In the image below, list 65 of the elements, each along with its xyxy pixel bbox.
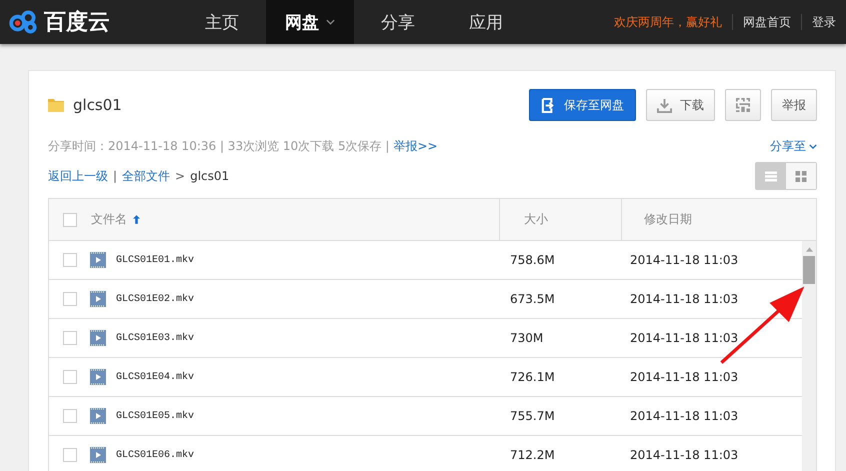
back-link[interactable]: 返回上一级 [48, 168, 108, 184]
header-link[interactable]: 网盘首页 [733, 14, 801, 30]
qr-code-icon [736, 98, 750, 112]
row-checkbox[interactable] [63, 448, 77, 462]
qr-code-button[interactable] [725, 89, 761, 121]
save-icon [541, 98, 556, 112]
nav-tab[interactable]: 分享 [354, 0, 442, 44]
list-view-button[interactable] [756, 163, 786, 189]
file-size: 673.5M [510, 292, 555, 306]
file-name[interactable]: GLCS01E06.mkv [116, 450, 194, 460]
nav-tab[interactable]: 应用 [442, 0, 530, 44]
scrollbar-thumb[interactable] [803, 256, 815, 284]
breadcrumb-arrow: > [175, 169, 186, 183]
file-name[interactable]: GLCS01E02.mkv [116, 294, 194, 304]
save-button[interactable]: 保存至网盘 [529, 89, 636, 121]
video-file-icon [90, 330, 106, 346]
row-checkbox[interactable] [63, 409, 77, 423]
all-files-link[interactable]: 全部文件 [122, 168, 170, 184]
video-file-icon [90, 291, 106, 307]
modified-date: 2014-11-18 11:03 [630, 448, 738, 462]
modified-date: 2014-11-18 11:03 [630, 292, 738, 306]
select-all-checkbox[interactable] [63, 212, 77, 226]
breadcrumb-separator: | [113, 169, 118, 183]
promo-link[interactable]: 欢庆两周年，赢好礼 [614, 14, 732, 30]
download-button[interactable]: 下载 [646, 89, 715, 121]
folder-icon [48, 98, 64, 112]
share-to-link[interactable]: 分享至 [770, 138, 817, 154]
row-checkbox[interactable] [63, 253, 77, 267]
file-name[interactable]: GLCS01E04.mkv [116, 372, 194, 382]
video-file-icon [90, 447, 106, 463]
file-name[interactable]: GLCS01E05.mkv [116, 410, 194, 422]
video-file-icon [90, 369, 106, 385]
header-link[interactable]: 登录 [802, 14, 846, 30]
logo-text: 百度云 [44, 8, 110, 37]
grid-icon [795, 170, 807, 182]
file-size: 726.1M [510, 370, 555, 384]
row-checkbox[interactable] [63, 331, 77, 345]
row-checkbox[interactable] [63, 370, 77, 384]
download-icon [657, 98, 672, 112]
modified-date: 2014-11-18 11:03 [630, 331, 738, 345]
scrollbar[interactable] [802, 241, 816, 471]
file-size: 758.6M [510, 253, 555, 267]
caret-icon [809, 144, 817, 148]
report-link[interactable]: 举报>> [393, 138, 438, 154]
modified-date: 2014-11-18 11:03 [630, 253, 738, 267]
breadcrumb-current: glcs01 [190, 169, 230, 183]
nav-tab[interactable]: 主页 [178, 0, 266, 44]
file-name[interactable]: GLCS01E01.mkv [116, 254, 194, 266]
report-button[interactable]: 举报 [771, 89, 817, 121]
list-icon [765, 170, 777, 182]
nav-tab[interactable]: 网盘 [266, 0, 354, 44]
file-name[interactable]: GLCS01E03.mkv [116, 332, 194, 344]
video-file-icon [90, 408, 106, 424]
file-size: 755.7M [510, 409, 555, 423]
share-info: 分享时间：2014-11-18 10:36 | 33次浏览 10次下载 5次保存 | [48, 138, 390, 154]
file-size: 712.2M [510, 448, 555, 462]
grid-view-button[interactable] [786, 163, 816, 189]
row-checkbox[interactable] [63, 292, 77, 306]
file-size: 730M [510, 331, 544, 345]
modified-date: 2014-11-18 11:03 [630, 370, 738, 384]
modified-date: 2014-11-18 11:03 [630, 409, 738, 423]
folder-title: glcs01 [73, 96, 122, 114]
video-file-icon [90, 252, 106, 268]
scroll-up-icon[interactable] [806, 247, 812, 252]
sort-up-icon [133, 215, 140, 224]
